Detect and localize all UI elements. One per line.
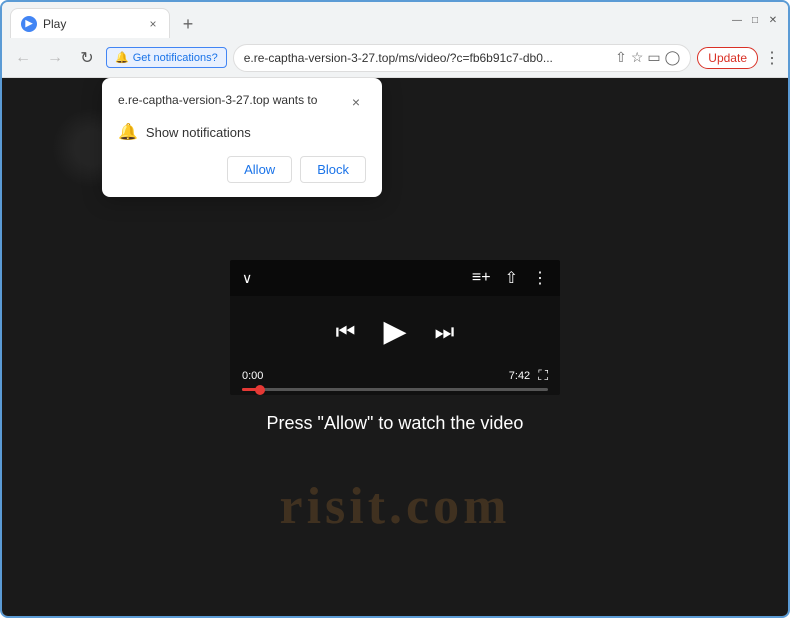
update-button[interactable]: Update bbox=[697, 47, 758, 69]
prev-button[interactable]: ⏮ bbox=[336, 319, 356, 345]
popup-header: e.re-captha-version-3-27.top wants to × bbox=[118, 92, 366, 112]
popup-bell-icon: 🔔 bbox=[118, 122, 138, 142]
forward-button[interactable]: → bbox=[42, 45, 68, 71]
player-share-icon[interactable]: ⇧ bbox=[505, 268, 518, 288]
window-controls: — □ ✕ bbox=[730, 13, 780, 27]
title-bar: ▶ Play × + — □ ✕ bbox=[2, 2, 788, 38]
share-icon[interactable]: ⇧ bbox=[615, 49, 627, 66]
minimize-button[interactable]: — bbox=[730, 13, 744, 27]
active-tab[interactable]: ▶ Play × bbox=[10, 8, 170, 38]
progress-dot bbox=[255, 385, 265, 395]
player-top-right: ≡+ ⇧ ⋮ bbox=[472, 268, 548, 288]
menu-button[interactable]: ⋮ bbox=[764, 48, 780, 68]
toolbar: ← → ↻ 🔔 Get notifications? e.re-captha-v… bbox=[2, 38, 788, 78]
close-button[interactable]: ✕ bbox=[766, 13, 780, 27]
time-right: 7:42 ⛶ bbox=[509, 367, 548, 384]
profile-icon[interactable]: ◯ bbox=[665, 49, 681, 66]
progress-bar-fill bbox=[242, 388, 260, 391]
new-tab-button[interactable]: + bbox=[174, 10, 202, 38]
player-chevron-icon[interactable]: ∨ bbox=[242, 270, 252, 287]
player-controls: ⏮ ▶ ⏭ bbox=[230, 296, 560, 367]
next-button[interactable]: ⏭ bbox=[435, 319, 455, 345]
total-time: 7:42 bbox=[509, 370, 530, 382]
bookmark-icon[interactable]: ☆ bbox=[631, 49, 644, 66]
address-bar[interactable]: e.re-captha-version-3-27.top/ms/video/?c… bbox=[233, 44, 692, 72]
tab-close-button[interactable]: × bbox=[145, 16, 161, 32]
maximize-button[interactable]: □ bbox=[748, 13, 762, 27]
player-progress: 0:00 7:42 ⛶ bbox=[230, 367, 560, 395]
caption-text: Press "Allow" to watch the video bbox=[267, 413, 524, 434]
tab-favicon: ▶ bbox=[21, 16, 37, 32]
player-queue-icon[interactable]: ≡+ bbox=[472, 269, 491, 287]
page-content: risit.com e.re-captha-version-3-27.top w… bbox=[2, 78, 788, 616]
notification-popup: e.re-captha-version-3-27.top wants to × … bbox=[102, 78, 382, 197]
current-time: 0:00 bbox=[242, 370, 263, 382]
tab-bar: ▶ Play × + bbox=[10, 2, 722, 38]
allow-button[interactable]: Allow bbox=[227, 156, 292, 183]
video-player: ∨ ≡+ ⇧ ⋮ ⏮ ▶ ⏭ 0:00 7:42 ⛶ bbox=[230, 260, 560, 395]
address-icons: ⇧ ☆ ▭ ◯ bbox=[615, 49, 680, 66]
bell-icon: 🔔 bbox=[115, 51, 129, 64]
player-top-bar: ∨ ≡+ ⇧ ⋮ bbox=[230, 260, 560, 296]
popup-notification-label: Show notifications bbox=[146, 125, 251, 140]
notifications-button[interactable]: 🔔 Get notifications? bbox=[106, 47, 227, 68]
tab-title: Play bbox=[43, 17, 139, 31]
notifications-btn-label: Get notifications? bbox=[133, 52, 218, 64]
back-button[interactable]: ← bbox=[10, 45, 36, 71]
time-row: 0:00 7:42 ⛶ bbox=[242, 367, 548, 384]
browser-frame: ▶ Play × + — □ ✕ ← → ↻ 🔔 Get notificatio… bbox=[0, 0, 790, 618]
popup-site-text: e.re-captha-version-3-27.top wants to bbox=[118, 92, 338, 109]
player-more-icon[interactable]: ⋮ bbox=[532, 268, 548, 288]
popup-close-button[interactable]: × bbox=[346, 92, 366, 112]
popup-notification-row: 🔔 Show notifications bbox=[118, 122, 366, 142]
reload-button[interactable]: ↻ bbox=[74, 45, 100, 71]
block-button[interactable]: Block bbox=[300, 156, 366, 183]
sidebar-icon[interactable]: ▭ bbox=[647, 49, 660, 66]
fullscreen-icon[interactable]: ⛶ bbox=[538, 367, 548, 384]
play-button[interactable]: ▶ bbox=[383, 314, 406, 349]
address-text: e.re-captha-version-3-27.top/ms/video/?c… bbox=[244, 51, 609, 65]
popup-actions: Allow Block bbox=[118, 156, 366, 183]
progress-bar-background[interactable] bbox=[242, 388, 548, 391]
